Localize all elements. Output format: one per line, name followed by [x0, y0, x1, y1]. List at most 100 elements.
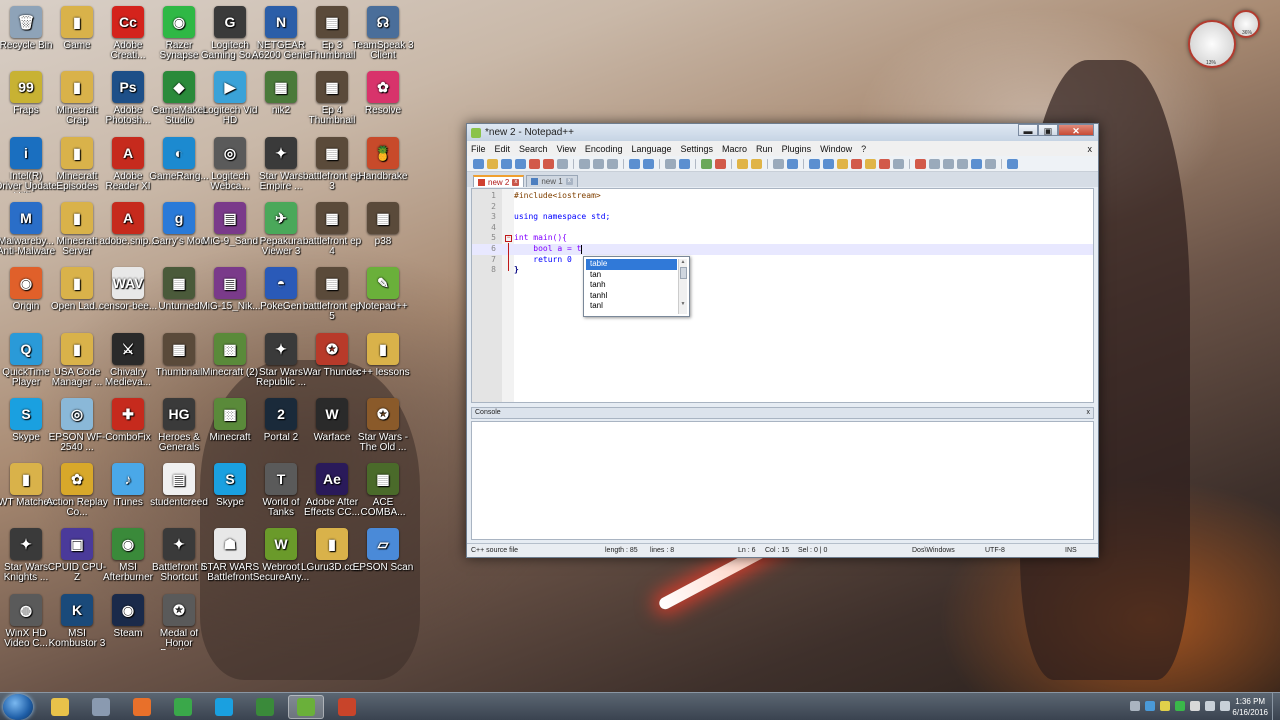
- sync-horizontal-icon[interactable]: [751, 158, 762, 169]
- taskbar-app-skype[interactable]: [206, 695, 242, 719]
- tab-close-icon[interactable]: x: [565, 178, 573, 185]
- menu-help[interactable]: ?: [861, 144, 866, 154]
- new-file-icon[interactable]: [473, 158, 484, 169]
- taskbar-clock[interactable]: 1:36 PM 6/16/2016: [1232, 696, 1268, 718]
- desktop-icon[interactable]: ✿ Resolve: [352, 71, 414, 116]
- open-file-icon[interactable]: [487, 158, 498, 169]
- tray-app-icon[interactable]: [1160, 701, 1170, 711]
- desktop-icon[interactable]: ▦ ACE COMBA...: [352, 463, 414, 518]
- console-icon[interactable]: [1007, 158, 1018, 169]
- taskbar-app-xbox[interactable]: [247, 695, 283, 719]
- close-all-icon[interactable]: [543, 158, 554, 169]
- start-button[interactable]: [3, 694, 33, 720]
- replace-icon[interactable]: [679, 158, 690, 169]
- cpu-meter-gadget[interactable]: 13% 36%: [1188, 10, 1260, 70]
- save-macro-icon[interactable]: [971, 158, 982, 169]
- tray-razer-icon[interactable]: [1175, 701, 1185, 711]
- show-all-chars-icon[interactable]: [787, 158, 798, 169]
- paste-icon[interactable]: [607, 158, 618, 169]
- desktop-app-icon: ✈: [265, 201, 297, 234]
- desktop-icon[interactable]: ✪ Star Wars - The Old ...: [352, 397, 414, 453]
- window-titlebar[interactable]: *new 2 - Notepad++ ▬ ▣ ✕: [467, 124, 1098, 141]
- zoom-in-icon[interactable]: [701, 158, 712, 169]
- autocomplete-scrollbar[interactable]: ▲ ▼: [678, 259, 687, 314]
- desktop-app-icon: g: [163, 201, 195, 234]
- close-file-icon[interactable]: [529, 158, 540, 169]
- sync-vertical-icon[interactable]: [737, 158, 748, 169]
- menu-edit[interactable]: Edit: [495, 144, 511, 154]
- desktop-app-icon: ◉: [112, 528, 144, 561]
- console-close-button[interactable]: x: [1087, 408, 1091, 418]
- minimize-button[interactable]: ▬: [1018, 124, 1038, 136]
- close-button[interactable]: ✕: [1058, 124, 1094, 136]
- print-icon[interactable]: [557, 158, 568, 169]
- taskbar-app-notepadpp[interactable]: [288, 695, 324, 719]
- desktop-icon[interactable]: ✪Medal of Honor Pacific...: [148, 593, 210, 650]
- tray-app-icon[interactable]: [1190, 701, 1200, 711]
- desktop-icon[interactable]: ▮ c++ lessons: [352, 332, 414, 378]
- taskbar-app-powerpoint[interactable]: [329, 695, 365, 719]
- save-icon[interactable]: [501, 158, 512, 169]
- autocomplete-item[interactable]: tan: [586, 270, 677, 281]
- menu-search[interactable]: Search: [519, 144, 548, 154]
- cut-icon[interactable]: [579, 158, 590, 169]
- show-desktop-button[interactable]: [1272, 693, 1280, 720]
- undo-icon[interactable]: [629, 158, 640, 169]
- menu-file[interactable]: File: [471, 144, 486, 154]
- tab-close-icon[interactable]: x: [512, 178, 520, 186]
- autocomplete-item-selected[interactable]: table: [586, 259, 677, 270]
- copy-icon[interactable]: [593, 158, 604, 169]
- taskbar-app-tools[interactable]: [83, 695, 119, 719]
- function-list-icon[interactable]: [851, 158, 862, 169]
- menu-settings[interactable]: Settings: [681, 144, 714, 154]
- menu-plugins[interactable]: Plugins: [782, 144, 812, 154]
- menu-run[interactable]: Run: [756, 144, 773, 154]
- tray-volume-icon[interactable]: [1220, 701, 1230, 711]
- autocomplete-item[interactable]: tanhl: [586, 291, 677, 302]
- find-icon[interactable]: [665, 158, 676, 169]
- taskbar-app-chrome[interactable]: [165, 695, 201, 719]
- redo-icon[interactable]: [643, 158, 654, 169]
- console-output[interactable]: [471, 421, 1094, 540]
- folder-workspace-icon[interactable]: [865, 158, 876, 169]
- tray-arrow-icon[interactable]: [1130, 701, 1140, 711]
- stop-macro-icon[interactable]: [929, 158, 940, 169]
- desktop-icon[interactable]: ✎ Notepad++: [352, 267, 414, 312]
- menu-encoding[interactable]: Encoding: [585, 144, 623, 154]
- doc-map-icon[interactable]: [837, 158, 848, 169]
- desktop-icon[interactable]: ▱ EPSON Scan: [352, 528, 414, 573]
- scroll-thumb[interactable]: [679, 267, 687, 279]
- zoom-out-icon[interactable]: [715, 158, 726, 169]
- tray-windows-icon[interactable]: [1145, 701, 1155, 711]
- fold-toggle-icon[interactable]: −: [505, 235, 512, 242]
- tab-new-1[interactable]: new 1 x: [526, 175, 578, 187]
- user-language-icon[interactable]: [823, 158, 834, 169]
- indent-guide-icon[interactable]: [809, 158, 820, 169]
- plugin-icon[interactable]: [985, 158, 996, 169]
- record-macro-icon[interactable]: [915, 158, 926, 169]
- menu-language[interactable]: Language: [631, 144, 671, 154]
- menu-window[interactable]: Window: [820, 144, 852, 154]
- desktop-icon[interactable]: ▦ p38: [352, 201, 414, 247]
- code-editor[interactable]: 1 #include<iostream> 2 3 using namespace…: [471, 188, 1094, 403]
- tray-network-icon[interactable]: [1205, 701, 1215, 711]
- maximize-button[interactable]: ▣: [1038, 124, 1058, 136]
- desktop-icon-label: TeamSpeak 3 Client: [352, 41, 414, 61]
- play-macro-icon[interactable]: [943, 158, 954, 169]
- close-document-button[interactable]: x: [1088, 144, 1093, 154]
- monitoring-icon[interactable]: [879, 158, 890, 169]
- word-wrap-icon[interactable]: [773, 158, 784, 169]
- run-macro-multiple-icon[interactable]: [957, 158, 968, 169]
- taskbar-app-explorer[interactable]: [42, 695, 78, 719]
- tab-new-2[interactable]: new 2 x: [473, 175, 525, 187]
- taskbar-app-firefox[interactable]: [124, 695, 160, 719]
- window-controls: ▬ ▣ ✕: [1018, 124, 1094, 136]
- desktop-icon[interactable]: 🍍 Handbrake: [352, 136, 414, 182]
- settings-icon[interactable]: [893, 158, 904, 169]
- desktop-icon[interactable]: ☊ TeamSpeak 3 Client: [352, 6, 414, 61]
- autocomplete-item[interactable]: tanl: [586, 301, 677, 312]
- save-all-icon[interactable]: [515, 158, 526, 169]
- menu-view[interactable]: View: [557, 144, 576, 154]
- autocomplete-item[interactable]: tanh: [586, 280, 677, 291]
- menu-macro[interactable]: Macro: [722, 144, 747, 154]
